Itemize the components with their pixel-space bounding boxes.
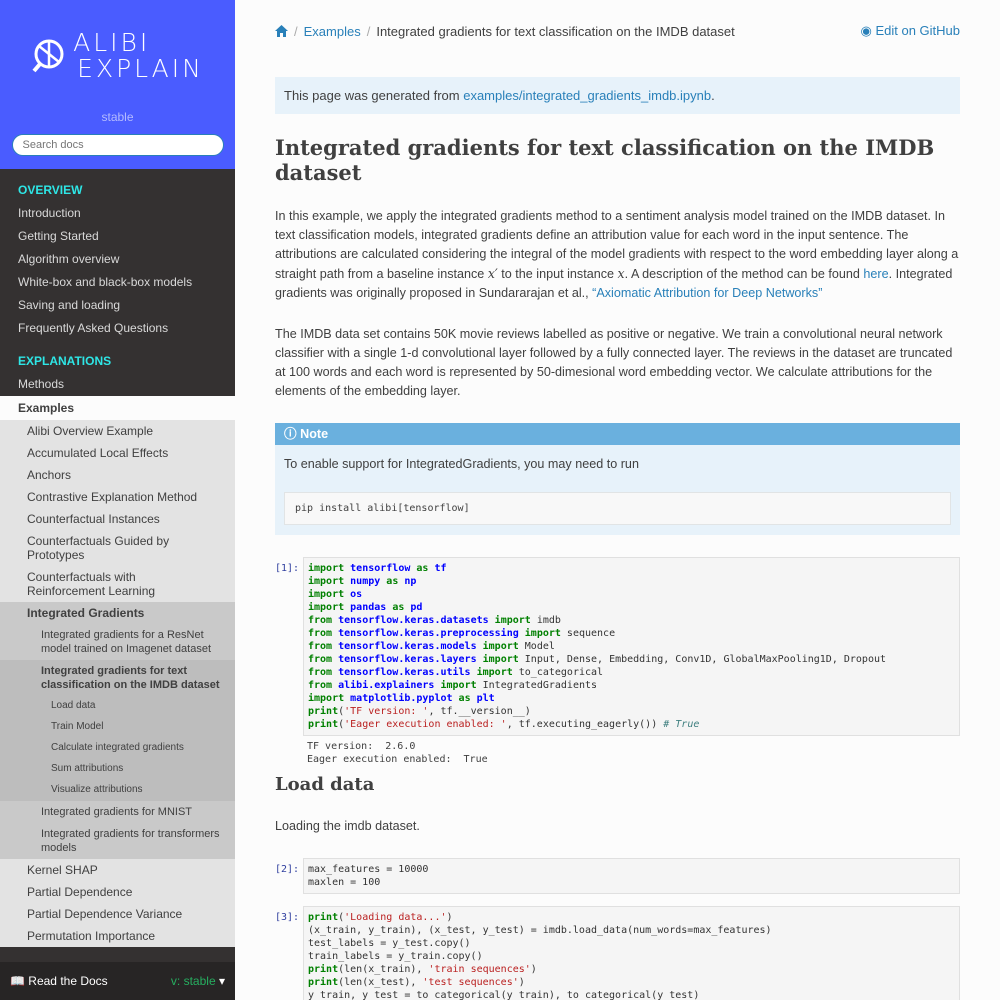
edit-on-github-label: Edit on GitHub [875,23,960,38]
caption-explanations: EXPLANATIONS [18,354,112,368]
nav-item-cf-prototypes[interactable]: Counterfactuals Guided by Prototypes [0,530,235,566]
github-icon: ◉ [860,23,872,38]
code-cell-3: [3]: print('Loading data...') (x_train, … [275,906,960,1000]
note-admonition: ⓘ Note To enable support for IntegratedG… [275,423,960,535]
nav-item-anchors[interactable]: Anchors [0,464,235,486]
info-icon: ⓘ [284,427,297,441]
caption-overview: OVERVIEW [18,183,83,197]
logo-line1: ALIBI [73,28,151,57]
nav-item-sum-attributions[interactable]: Sum attributions [0,759,235,780]
cell-prompt: [1]: [275,563,300,574]
nav-item-kernel-shap[interactable]: Kernel SHAP [0,859,235,881]
version-label: stable [101,110,134,124]
intro-text-c: . A description of the method can be fou… [624,267,864,281]
nav-item-alibi-overview[interactable]: Alibi Overview Example [0,420,235,442]
logo-line2: EXPLAIN [77,54,204,83]
code-block[interactable]: max_features = 10000 maxlen = 100 [303,858,960,894]
edit-on-github-link[interactable]: ◉ Edit on GitHub [860,23,960,39]
sidebar-header: ALIBI EXPLAIN stable [0,0,235,169]
nav-item-methods[interactable]: Methods [0,373,235,396]
generated-prefix: This page was generated from [284,88,464,103]
book-icon: 📖 [10,974,25,988]
sidebar: ALIBI EXPLAIN stable OVERVIEW Introducti… [0,0,235,1000]
nav-item-ale[interactable]: Accumulated Local Effects [0,442,235,464]
nav-item-white-black-box[interactable]: White-box and black-box models [0,271,235,294]
nav-item-saving-loading[interactable]: Saving and loading [0,294,235,317]
nav-menu: OVERVIEW Introduction Getting Started Al… [0,179,235,947]
load-text: Loading the imdb dataset. [275,819,420,833]
dataset-paragraph: The IMDB data set contains 50K movie rev… [275,327,953,398]
rtd-version-wrap[interactable]: v: stable ▾ [171,974,225,988]
nav-item-ig-mnist[interactable]: Integrated gradients for MNIST [0,801,235,823]
nav-item-calculate-ig[interactable]: Calculate integrated gradients [0,738,235,759]
logo-icon [32,39,64,73]
generated-notice: This page was generated from examples/in… [275,77,960,114]
intro-text-b: to the input instance [497,267,618,281]
nav-item-getting-started[interactable]: Getting Started [0,225,235,248]
nav-item-integrated-gradients[interactable]: Integrated Gradients [0,602,235,624]
rtd-version: v: stable [170,974,216,988]
breadcrumb-current: Integrated gradients for text classifica… [376,23,735,39]
cell-prompt: [2]: [275,864,300,875]
install-command[interactable]: pip install alibi[tensorflow] [284,492,951,525]
nav-item-visualize-attributions[interactable]: Visualize attributions [0,780,235,801]
cell-output: TF version: 2.6.0 Eager execution enable… [307,741,488,765]
intro-paragraph: In this example, we apply the integrated… [275,207,960,303]
rtd-label: Read the Docs [28,974,108,988]
breadcrumb-separator: / [294,23,298,39]
nav-item-train-model[interactable]: Train Model [0,717,235,738]
note-text: To enable support for IntegratedGradient… [284,457,639,471]
breadcrumb-examples[interactable]: Examples [304,24,361,39]
home-icon[interactable] [275,25,288,37]
here-link[interactable]: here [863,267,888,281]
nav-item-introduction[interactable]: Introduction [0,202,235,225]
nav-item-partial-dependence[interactable]: Partial Dependence [0,881,235,903]
nav-item-algorithm-overview[interactable]: Algorithm overview [0,248,235,271]
section-heading-load-data: Load data [275,774,375,795]
logo[interactable]: ALIBI EXPLAIN [0,28,235,84]
search-input[interactable] [11,134,224,156]
note-title: ⓘ Note [275,423,960,445]
rtd-versions-bar[interactable]: 📖 Read the Docs v: stable ▾ [0,962,235,1000]
math-x-prime: x′ [487,266,498,281]
nav-item-ig-transformers[interactable]: Integrated gradients for transformers mo… [0,823,235,859]
caret-down-icon: ▾ [218,974,225,988]
nav-item-cem[interactable]: Contrastive Explanation Method [0,486,235,508]
nav-item-pd-variance[interactable]: Partial Dependence Variance [0,903,235,925]
nav-item-load-data[interactable]: Load data [0,696,235,717]
nav-item-counterfactual-instances[interactable]: Counterfactual Instances [0,508,235,530]
nav-item-ig-imdb[interactable]: Integrated gradients for text classifica… [0,660,235,696]
cell-prompt: [3]: [275,912,300,923]
main-content: / Examples / Integrated gradients for te… [235,0,1000,1000]
note-title-text: Note [300,427,329,441]
paper-link[interactable]: “Axiomatic Attribution for Deep Networks… [592,286,822,300]
nav-item-cf-rl[interactable]: Counterfactuals with Reinforcement Learn… [0,566,235,602]
nav-item-ig-resnet[interactable]: Integrated gradients for a ResNet model … [0,624,235,660]
examples-submenu: Alibi Overview Example Accumulated Local… [0,420,235,947]
code-block[interactable]: import tensorflow as tf import numpy as … [303,557,960,736]
nav-item-faq[interactable]: Frequently Asked Questions [0,317,235,340]
nav-item-permutation-importance[interactable]: Permutation Importance [0,925,235,947]
code-cell-1: [1]: import tensorflow as tf import nump… [275,557,960,736]
breadcrumb: / Examples / Integrated gradients for te… [275,22,960,40]
code-block[interactable]: print('Loading data...') (x_train, y_tra… [303,906,960,1000]
code-cell-2: [2]: max_features = 10000 maxlen = 100 [275,858,960,894]
rtd-label-wrap: 📖 Read the Docs [10,974,108,988]
nav-item-examples[interactable]: Examples [0,396,235,420]
notebook-link[interactable]: examples/integrated_gradients_imdb.ipynb [463,88,711,103]
generated-suffix: . [711,88,715,103]
math-x: x [617,266,625,281]
page-title: Integrated gradients for text classifica… [275,135,935,185]
breadcrumb-separator: / [366,23,371,39]
